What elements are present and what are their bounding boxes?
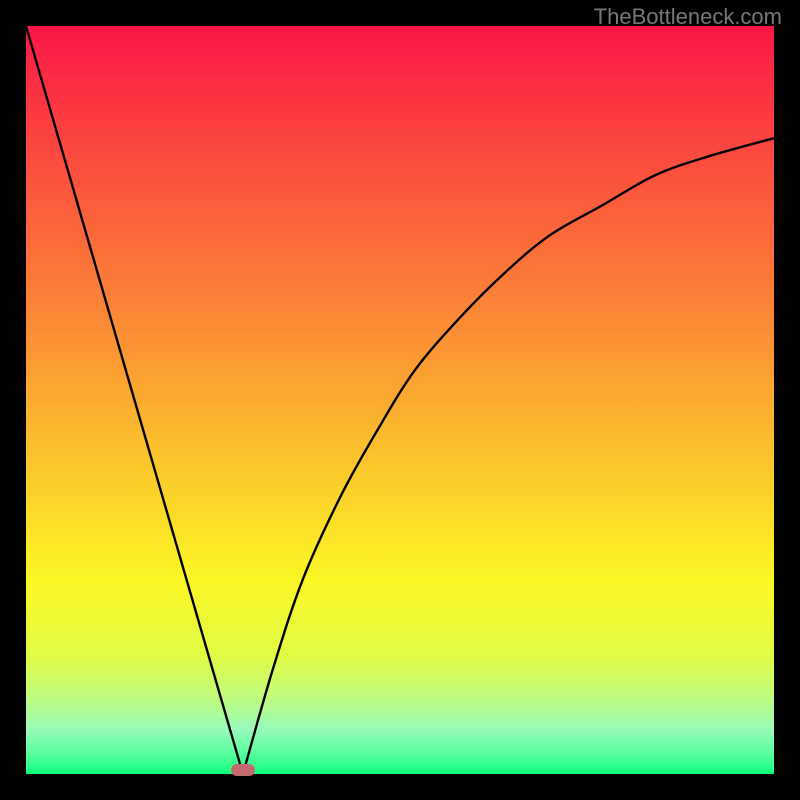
optimal-point-marker: [231, 764, 255, 776]
plot-svg: [26, 26, 774, 774]
plot-area: [26, 26, 774, 774]
chart-frame: TheBottleneck.com: [0, 0, 800, 800]
gradient-background: [26, 26, 774, 774]
